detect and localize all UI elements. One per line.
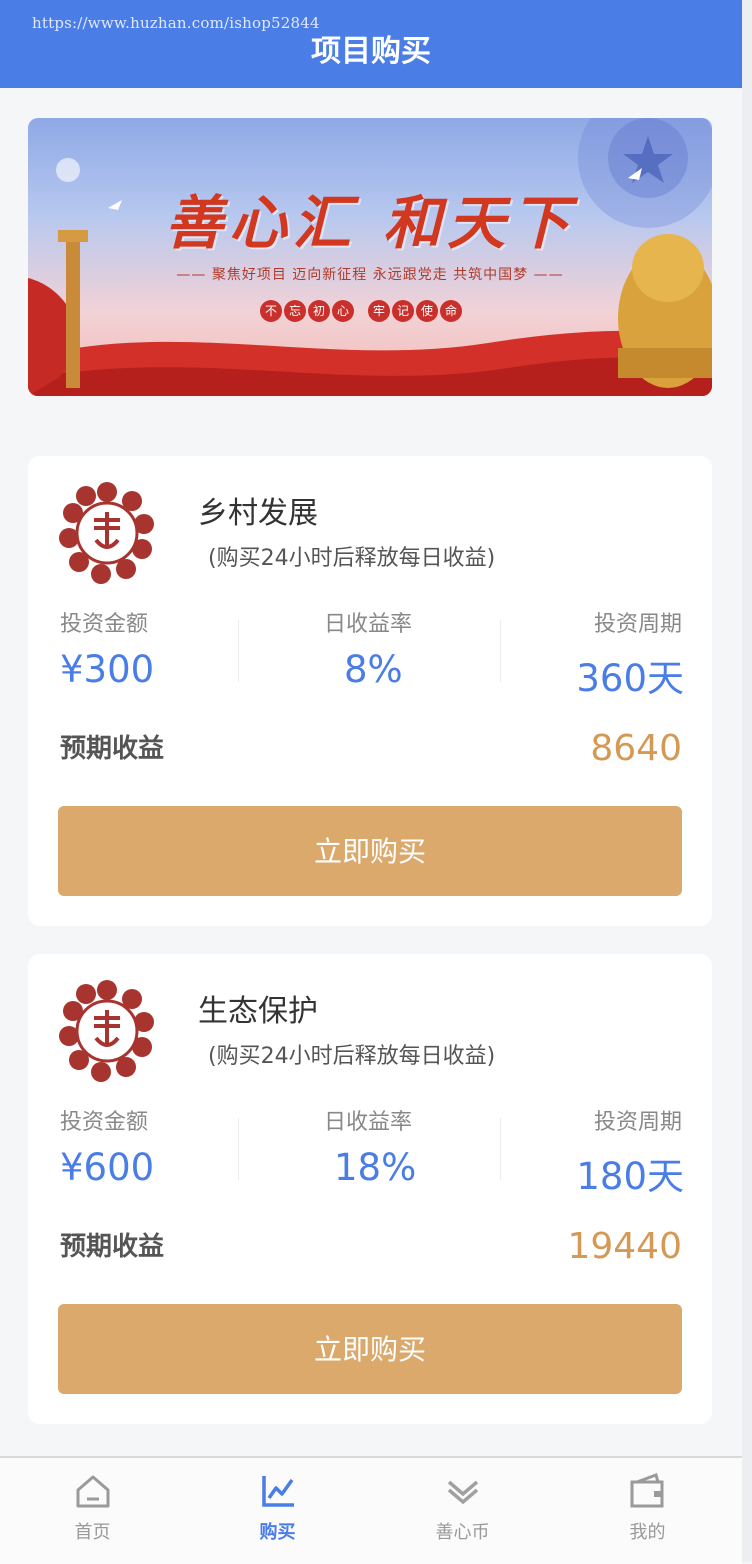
project-note: (购买24小时后释放每日收益) bbox=[208, 1044, 496, 1069]
expected-value: 8640 bbox=[590, 728, 682, 769]
page-title: 项目购买 bbox=[311, 34, 431, 69]
rate-value: 18% bbox=[334, 1146, 417, 1189]
stat-divider bbox=[500, 620, 501, 682]
banner-pills: 不 忘 初 心 牢 记 使 命 bbox=[260, 300, 462, 322]
project-card: 生态保护 (购买24小时后释放每日收益) 投资金额 日收益率 投资周期 ¥600… bbox=[28, 954, 712, 1424]
period-label: 投资周期 bbox=[593, 612, 682, 637]
tab-coins[interactable]: 善心币 bbox=[370, 1458, 555, 1564]
amount-label: 投资金额 bbox=[60, 612, 149, 637]
expected-label: 预期收益 bbox=[60, 1232, 165, 1262]
banner-pill: 忘 bbox=[284, 300, 306, 322]
chart-icon bbox=[262, 1476, 294, 1507]
period-value: 360天 bbox=[576, 657, 684, 700]
tab-label: 首页 bbox=[74, 1522, 111, 1543]
tab-mine[interactable]: 我的 bbox=[555, 1458, 740, 1564]
period-label: 投资周期 bbox=[593, 1110, 682, 1135]
project-name: 生态保护 bbox=[198, 994, 318, 1029]
promo-banner[interactable]: 善心汇 和天下 —— 聚焦好项目 迈向新征程 永远跟党走 共筑中国梦 —— 不 … bbox=[28, 118, 712, 396]
amount-label: 投资金额 bbox=[60, 1110, 149, 1135]
project-card: 乡村发展 (购买24小时后释放每日收益) 投资金额 日收益率 投资周期 ¥300… bbox=[28, 456, 712, 926]
tab-label: 善心币 bbox=[435, 1522, 490, 1543]
banner-pill: 记 bbox=[392, 300, 414, 322]
rate-label: 日收益率 bbox=[324, 612, 413, 637]
tab-label: 我的 bbox=[629, 1522, 666, 1543]
expected-label: 预期收益 bbox=[60, 734, 165, 764]
bottom-tab-bar: 首页 购买 善心币 我的 bbox=[0, 1456, 742, 1564]
project-name: 乡村发展 bbox=[198, 496, 318, 531]
tab-buy[interactable]: 购买 bbox=[185, 1458, 370, 1564]
banner-pill: 使 bbox=[416, 300, 438, 322]
banner-pill: 心 bbox=[332, 300, 354, 322]
banner-pill: 牢 bbox=[368, 300, 390, 322]
banner-pill: 初 bbox=[308, 300, 330, 322]
chevron-double-icon bbox=[447, 1480, 479, 1505]
buy-now-button[interactable]: 立即购买 bbox=[58, 806, 682, 896]
app-header: https://www.huzhan.com/ishop52844 项目购买 bbox=[0, 0, 742, 88]
expected-value: 19440 bbox=[567, 1226, 682, 1267]
scrollbar-track bbox=[742, 0, 752, 1562]
tab-home[interactable]: 首页 bbox=[0, 1458, 185, 1564]
project-logo-icon bbox=[59, 980, 154, 1082]
period-value: 180天 bbox=[576, 1155, 684, 1198]
wallet-icon bbox=[630, 1473, 664, 1508]
amount-value: ¥300 bbox=[60, 648, 155, 691]
project-note: (购买24小时后释放每日收益) bbox=[208, 546, 496, 571]
buy-now-button[interactable]: 立即购买 bbox=[58, 1304, 682, 1394]
rate-value: 8% bbox=[344, 648, 403, 691]
amount-value: ¥600 bbox=[60, 1146, 155, 1189]
project-logo-icon bbox=[59, 482, 154, 584]
banner-slogan: 善心汇 和天下 bbox=[164, 189, 576, 257]
banner-subline: —— 聚焦好项目 迈向新征程 永远跟党走 共筑中国梦 —— bbox=[176, 267, 564, 283]
rate-label: 日收益率 bbox=[324, 1110, 413, 1135]
banner-pill: 命 bbox=[440, 300, 462, 322]
stat-divider bbox=[238, 620, 239, 682]
tab-label: 购买 bbox=[259, 1522, 296, 1543]
stat-divider bbox=[500, 1118, 501, 1180]
stat-divider bbox=[238, 1118, 239, 1180]
banner-pill: 不 bbox=[260, 300, 282, 322]
home-icon bbox=[76, 1475, 110, 1508]
